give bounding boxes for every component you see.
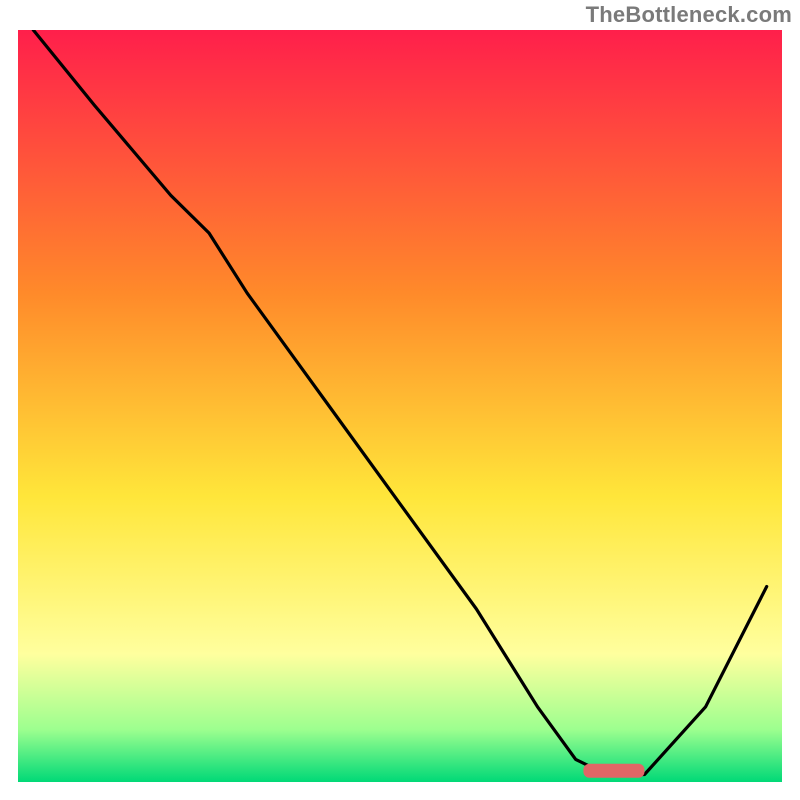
- gradient-background: [18, 30, 782, 782]
- optimal-range-marker: [583, 764, 644, 778]
- chart-root: { "attribution": "TheBottleneck.com", "c…: [0, 0, 800, 800]
- bottleneck-chart: [0, 0, 800, 800]
